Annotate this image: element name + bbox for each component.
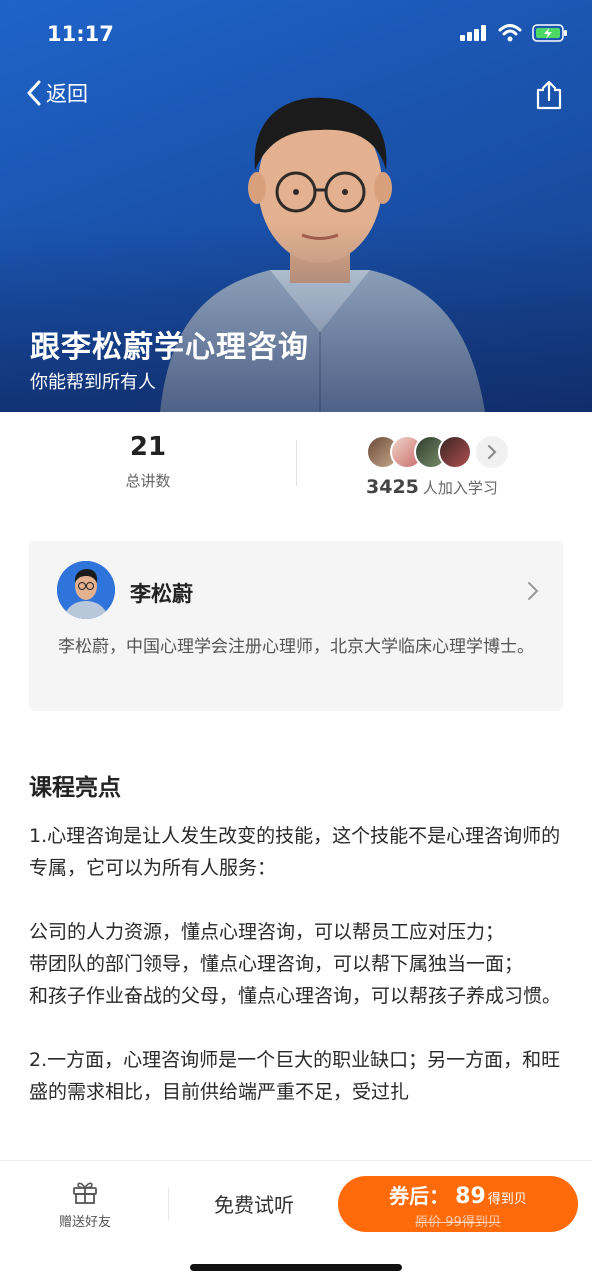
battery-icon: [532, 24, 567, 42]
buy-price: 89: [455, 1184, 486, 1209]
course-stats: 21 总讲数 3425 人加入学习: [0, 412, 592, 512]
share-icon: [536, 80, 562, 110]
chevron-right-icon: [528, 582, 539, 600]
highlights-paragraph: 2.一方面，心理咨询师是一个巨大的职业缺口；另一方面，和旺盛的需求相比，目前供给…: [29, 1049, 561, 1103]
status-icons: [460, 24, 568, 42]
original-price: 原价 99得到贝: [415, 1215, 501, 1230]
buy-button[interactable]: 券后： 89 得到贝 原价 99得到贝: [338, 1176, 578, 1232]
learners-stat[interactable]: 3425 人加入学习: [366, 434, 536, 498]
teacher-name: 李松蔚: [130, 582, 193, 606]
lectures-stat: 21 总讲数: [98, 432, 198, 491]
bar-divider: [168, 1187, 169, 1221]
learners-count: 3425: [366, 476, 419, 498]
teacher-bio: 李松蔚，中国心理学会注册心理师，北京大学临床心理学博士。: [58, 637, 534, 657]
lectures-label: 总讲数: [125, 472, 171, 490]
course-hero: 11:17 返回 跟李松蔚学心理咨询 你能帮到所有人: [0, 0, 592, 412]
teacher-avatar: [57, 561, 115, 619]
buy-unit: 得到贝: [487, 1192, 527, 1207]
highlights-paragraph: 带团队的部门领导，懂点心理咨询，可以帮下属独当一面；: [29, 953, 524, 975]
teacher-avatar-image: [57, 561, 115, 619]
back-chevron-icon: [27, 80, 41, 106]
learners-label: 人加入学习: [422, 479, 498, 497]
teacher-chevron: [527, 581, 539, 605]
course-subtitle: 你能帮到所有人: [30, 372, 156, 393]
more-learners-button[interactable]: [476, 436, 508, 468]
wifi-icon: [498, 24, 522, 42]
status-bar: 11:17: [0, 0, 592, 70]
teacher-card[interactable]: 李松蔚 李松蔚，中国心理学会注册心理师，北京大学临床心理学博士。: [29, 541, 563, 711]
status-time: 11:17: [47, 22, 114, 46]
back-label: 返回: [46, 82, 88, 106]
gift-label: 赠送好友: [58, 1215, 111, 1230]
highlights-body: 1.心理咨询是让人发生改变的技能，这个技能不是心理咨询师的专属，它可以为所有人服…: [29, 820, 569, 1108]
learner-avatar: [438, 435, 472, 469]
free-trial-button[interactable]: 免费试听: [196, 1189, 312, 1218]
back-button[interactable]: 返回: [26, 78, 88, 108]
highlights-paragraph: 1.心理咨询是让人发生改变的技能，这个技能不是心理咨询师的专属，它可以为所有人服…: [29, 825, 561, 879]
purchase-bar: 赠送好友 免费试听 券后： 89 得到贝 原价 99得到贝: [0, 1160, 592, 1280]
signal-icon: [460, 25, 486, 41]
home-indicator: [190, 1264, 402, 1271]
buy-price-line: 券后： 89 得到贝: [338, 1180, 578, 1209]
chevron-right-icon: [488, 445, 497, 459]
course-title: 跟李松蔚学心理咨询: [30, 330, 309, 365]
share-button[interactable]: [536, 80, 562, 114]
gift-icon: [73, 1182, 97, 1204]
highlights-title: 课程亮点: [29, 775, 121, 801]
lectures-count: 21: [129, 432, 167, 462]
highlights-paragraph: 公司的人力资源，懂点心理咨询，可以帮员工应对压力；: [29, 921, 505, 943]
highlights-paragraph: 和孩子作业奋战的父母，懂点心理咨询，可以帮孩子养成习惯。: [29, 985, 562, 1007]
gift-button[interactable]: 赠送好友: [40, 1179, 130, 1230]
buy-label: 券后：: [389, 1184, 450, 1208]
learner-avatars[interactable]: [366, 434, 536, 470]
stats-divider: [296, 440, 297, 486]
learners-line: 3425 人加入学习: [366, 476, 536, 498]
